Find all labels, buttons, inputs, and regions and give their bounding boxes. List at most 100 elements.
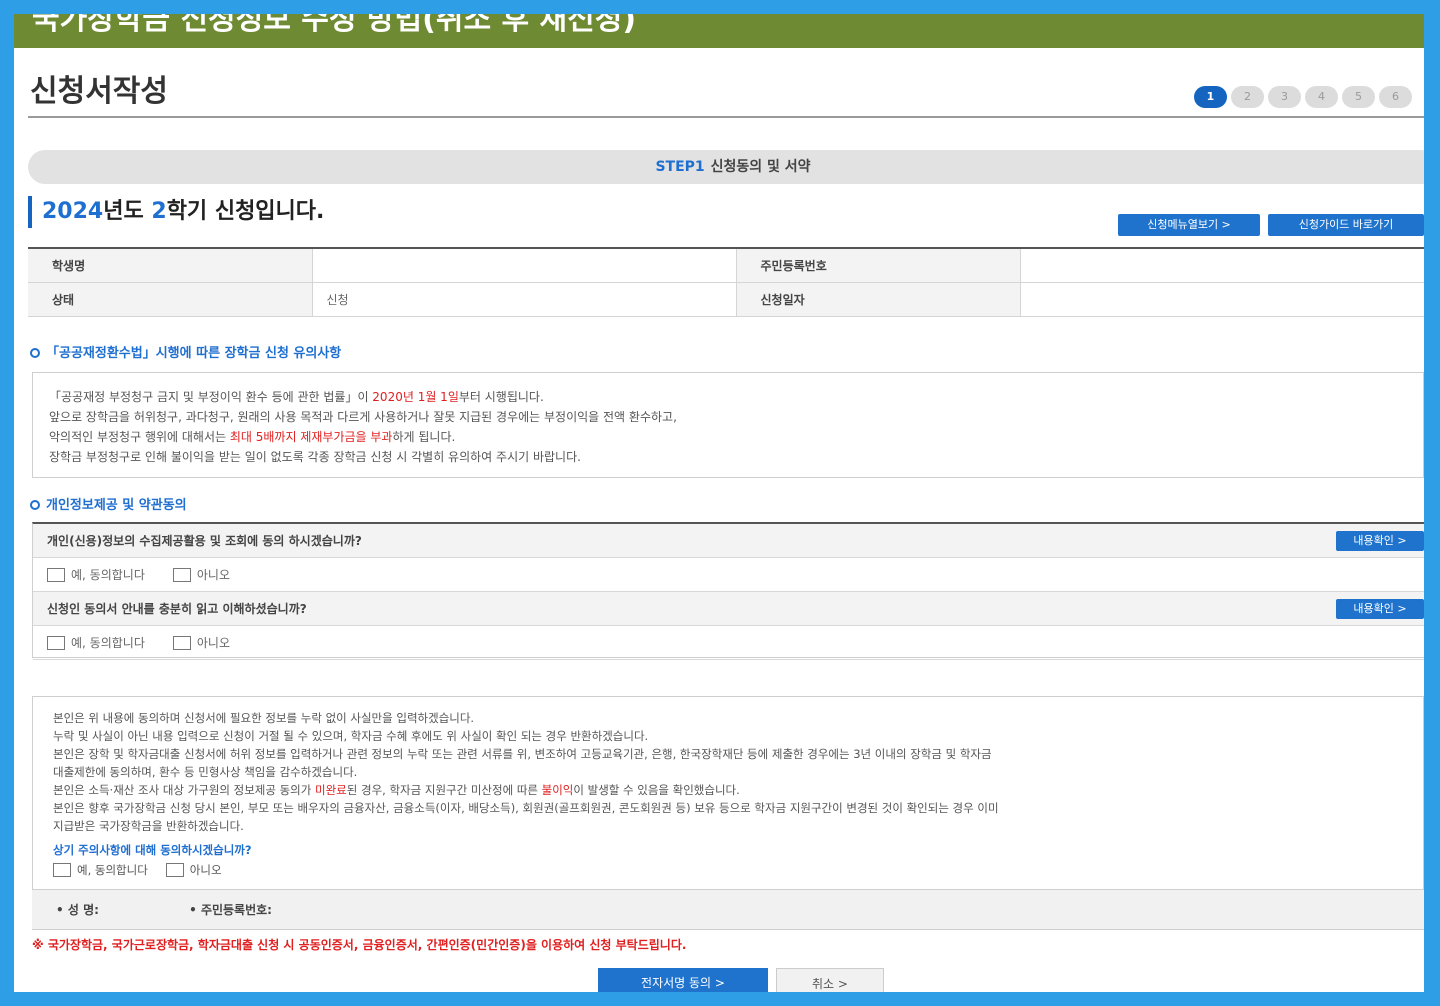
checkbox[interactable]	[165, 863, 184, 877]
step-indicator: 1 2 3 4 5 6	[1194, 86, 1412, 108]
pledge-line-7: 지급받은 국가장학금을 반환하겠습니다.	[53, 819, 244, 833]
option-label: 아니오	[196, 635, 230, 650]
consent-box: 개인(신용)정보의 수집제공활용 및 조회에 동의 하시겠습니까? 내용확인 >…	[32, 522, 1424, 660]
pledge-text: 본인은 소득·재산 조사 대상 가구원의 정보제공 동의가	[53, 783, 316, 797]
circle-bullet-icon	[30, 500, 40, 510]
step-2: 2	[1231, 86, 1264, 108]
notice-highlight: 2020년 1월 1일	[372, 390, 459, 404]
checkbox[interactable]	[47, 635, 65, 650]
status-value: 신청	[311, 282, 737, 317]
semester-year: 2024	[42, 199, 104, 224]
question-text: 개인(신용)정보의 수집제공활용 및 조회에 동의 하시겠습니까?	[47, 534, 362, 548]
step-6: 6	[1379, 86, 1412, 108]
consent-title-text: 개인정보제공 및 약관동의	[46, 498, 187, 513]
signer-name-label: • 성 명:	[56, 903, 99, 917]
option-label: 예, 동의합니다	[71, 567, 145, 582]
checkbox[interactable]	[172, 567, 191, 582]
consent-answer-row-2: 예, 동의합니다 아니오	[33, 626, 1424, 660]
notice-line-4: 장학금 부정청구로 인해 불이익을 받는 일이 없도록 각종 장학금 신청 시 …	[49, 450, 581, 464]
notice-line-2: 앞으로 장학금을 허위청구, 과다청구, 원래의 사용 목적과 다르게 사용하거…	[49, 410, 677, 424]
option-label: 아니오	[189, 863, 222, 877]
notice-title-text: 「공공재정환수법」시행에 따른 장학금 신청 유의사항	[46, 346, 342, 361]
step-3: 3	[1268, 86, 1301, 108]
consent-question-1: 개인(신용)정보의 수집제공활용 및 조회에 동의 하시겠습니까? 내용확인 >	[33, 524, 1424, 558]
title-banner: 국가장학금 신청정보 수정 방법(취소 후 재신청)	[14, 14, 1424, 48]
pledge-yes-option[interactable]: 예, 동의합니다	[53, 861, 148, 879]
semester-term: 2	[151, 199, 167, 224]
view-menu-button[interactable]: 신청메뉴열보기 >	[1118, 214, 1260, 236]
notice-text: 하게 됩니다.	[392, 430, 456, 444]
banner-title: 국가장학금 신청정보 수정 방법(취소 후 재신청)	[32, 14, 637, 37]
semester-heading: 2024년도 2학기 신청입니다.	[28, 196, 324, 228]
resident-no-value	[1019, 248, 1424, 283]
apply-date-value	[1019, 282, 1424, 317]
pledge-highlight: 미완료	[315, 783, 347, 797]
step-bar: STEP1 신청동의 및 서약	[28, 150, 1424, 184]
notice-line-3: 악의적인 부정청구 행위에 대해서는 최대 5배까지 제재부가금을 부과하게 됩…	[49, 427, 1407, 447]
notice-highlight: 최대 5배까지 제재부가금을 부과	[229, 430, 393, 444]
notice-section-title: 「공공재정환수법」시행에 따른 장학금 신청 유의사항	[30, 342, 341, 361]
pledge-line-2: 누락 및 사실이 아닌 내용 입력으로 신청이 거절 될 수 있으며, 학자금 …	[53, 729, 649, 743]
student-name-label: 학생명	[28, 248, 312, 283]
pledge-highlight: 불이익	[541, 783, 574, 797]
semester-term-suffix: 학기 신청입니다.	[166, 199, 325, 224]
e-signature-agree-button[interactable]: 전자서명 동의 >	[598, 968, 768, 992]
table-row: 상태 신청 신청일자	[28, 282, 1424, 317]
notice-text: 부터 시행됩니다.	[458, 390, 544, 404]
checkbox[interactable]	[47, 567, 65, 582]
frame-left	[0, 0, 14, 1006]
applicant-info-table: 학생명 주민등록번호 상태 신청 신청일자	[28, 247, 1424, 317]
consent-1-yes-option[interactable]: 예, 동의합니다	[47, 558, 145, 592]
pledge-line-5: 본인은 소득·재산 조사 대상 가구원의 정보제공 동의가 미완료된 경우, 학…	[53, 781, 1403, 799]
notice-box: 「공공재정 부정청구 금지 및 부정이익 환수 등에 관한 법률」이 2020년…	[32, 372, 1424, 478]
apply-date-label: 신청일자	[736, 282, 1020, 317]
checkbox[interactable]	[53, 863, 71, 877]
status-label: 상태	[28, 282, 312, 317]
signer-info-bar: • 성 명: • 주민등록번호:	[32, 890, 1424, 930]
pledge-line-6: 본인은 향후 국가장학금 신청 당시 본인, 부모 또는 배우자의 금융자산, …	[53, 801, 999, 815]
frame-bottom	[0, 992, 1440, 1006]
step-5: 5	[1342, 86, 1375, 108]
pledge-box: 본인은 위 내용에 동의하며 신청서에 필요한 정보를 누락 없이 사실만을 입…	[32, 696, 1424, 890]
option-label: 예, 동의합니다	[71, 635, 145, 650]
notice-text: 악의적인 부정청구 행위에 대해서는	[49, 430, 230, 444]
notice-text: 「공공재정 부정청구 금지 및 부정이익 환수 등에 관한 법률」이	[49, 390, 373, 404]
detail-button-2[interactable]: 내용확인 >	[1336, 599, 1424, 619]
pledge-no-option[interactable]: 아니오	[165, 861, 222, 879]
cancel-button[interactable]: 취소 >	[776, 968, 884, 992]
resident-no-label: 주민등록번호	[736, 248, 1020, 283]
pledge-line-4: 대출제한에 동의하며, 환수 등 민형사상 책임을 감수하겠습니다.	[53, 765, 358, 779]
question-text: 신청인 동의서 안내를 충분히 읽고 이해하셨습니까?	[47, 602, 307, 616]
checkbox[interactable]	[172, 635, 191, 650]
signer-resident-no-label: • 주민등록번호:	[189, 903, 272, 917]
consent-2-no-option[interactable]: 아니오	[172, 626, 230, 660]
step-code: STEP1	[655, 159, 705, 175]
detail-button-1[interactable]: 내용확인 >	[1336, 531, 1424, 551]
step-4: 4	[1305, 86, 1338, 108]
consent-1-no-option[interactable]: 아니오	[172, 558, 230, 592]
consent-section-title: 개인정보제공 및 약관동의	[30, 494, 187, 513]
option-label: 아니오	[196, 567, 230, 582]
pledge-options: 예, 동의합니다 아니오	[53, 861, 1403, 879]
consent-2-yes-option[interactable]: 예, 동의합니다	[47, 626, 145, 660]
semester-year-suffix: 년도	[103, 199, 152, 224]
pledge-question: 상기 주의사항에 대해 동의하시겠습니까?	[53, 843, 252, 857]
page-title: 신청서작성	[30, 74, 168, 109]
consent-question-2: 신청인 동의서 안내를 충분히 읽고 이해하셨습니까? 내용확인 >	[33, 592, 1424, 626]
notice-line-1: 「공공재정 부정청구 금지 및 부정이익 환수 등에 관한 법률」이 2020년…	[49, 387, 1407, 407]
apply-guide-button[interactable]: 신청가이드 바로가기	[1268, 214, 1424, 236]
pledge-line-3: 본인은 장학 및 학자금대출 신청서에 허위 정보를 입력하거나 관련 정보의 …	[53, 747, 992, 761]
heading-divider	[28, 116, 1424, 118]
table-row: 학생명 주민등록번호	[28, 248, 1424, 283]
consent-answer-row-1: 예, 동의합니다 아니오	[33, 558, 1424, 592]
circle-bullet-icon	[30, 348, 40, 358]
pledge-text: 된 경우, 학자금 지원구간 미산정에 따른	[346, 783, 542, 797]
pledge-line-1: 본인은 위 내용에 동의하며 신청서에 필요한 정보를 누락 없이 사실만을 입…	[53, 711, 475, 725]
step-label: 신청동의 및 서약	[710, 159, 811, 175]
frame-right	[1424, 0, 1440, 1006]
option-label: 예, 동의합니다	[77, 863, 148, 877]
student-name-value	[311, 248, 737, 283]
pledge-text: 이 발생할 수 있음을 확인했습니다.	[573, 783, 740, 797]
step-1: 1	[1194, 86, 1227, 108]
application-page: 국가장학금 신청정보 수정 방법(취소 후 재신청) 신청서작성 1 2 3 4…	[14, 14, 1424, 992]
